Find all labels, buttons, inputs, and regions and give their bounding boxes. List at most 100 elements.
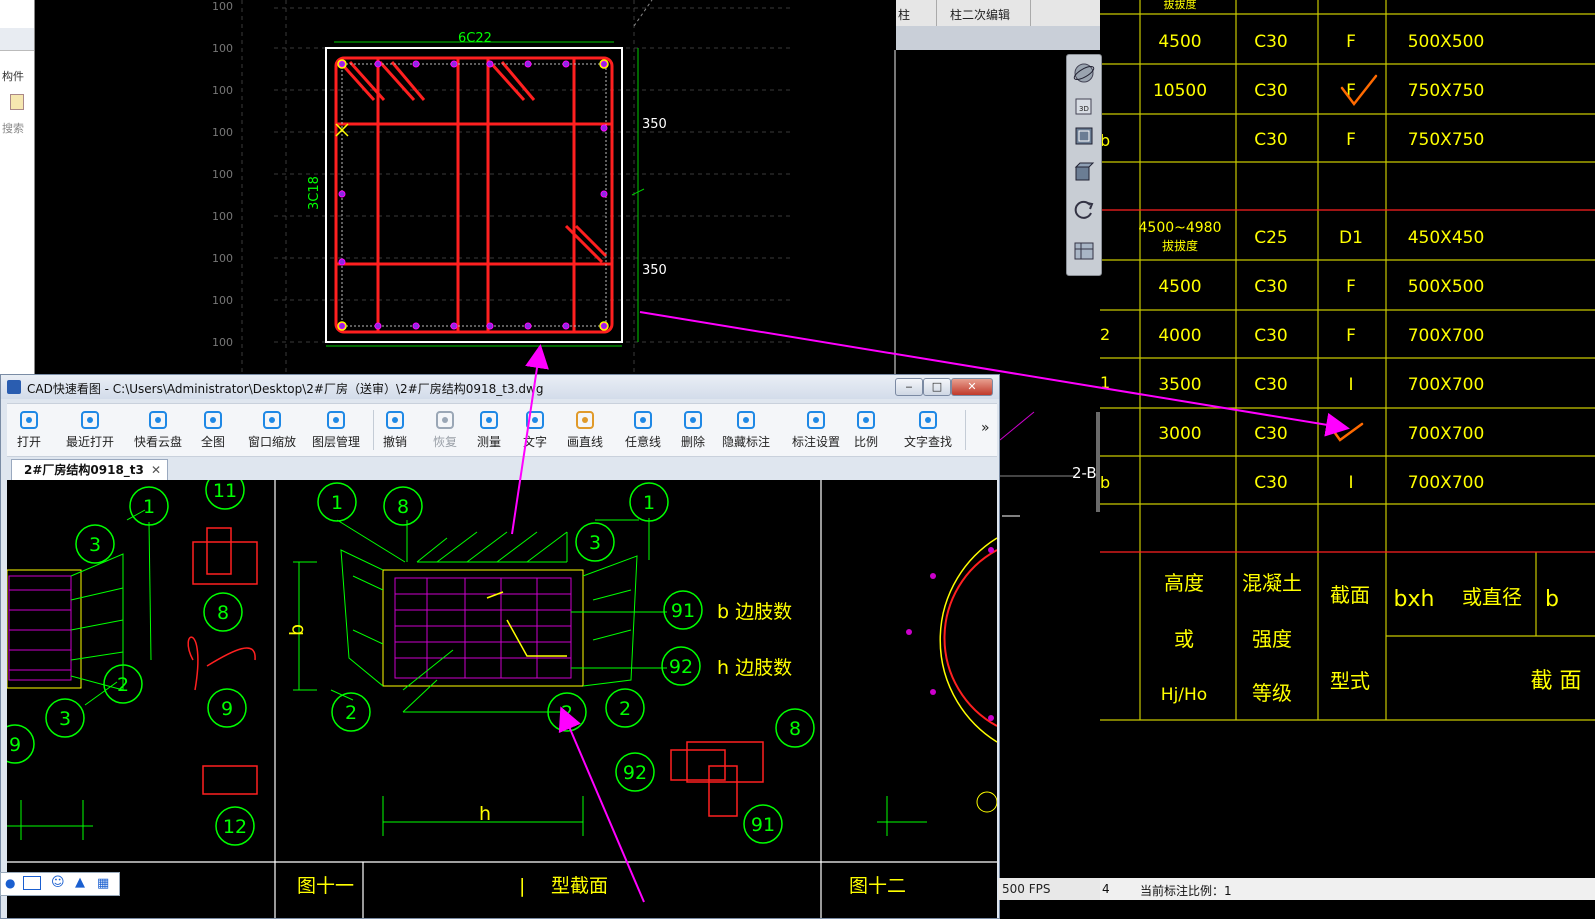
cell-section: 450X450: [1408, 228, 1485, 248]
toolbar-button-3[interactable]: 全图: [193, 406, 233, 454]
cell-type: F: [1346, 277, 1356, 297]
bubble-label: 3: [589, 532, 601, 554]
toolbar-button-9[interactable]: 文字: [515, 406, 555, 454]
shirt-icon[interactable]: ▲: [75, 875, 85, 890]
toolbar-button-12[interactable]: 删除: [673, 406, 713, 454]
toolbar-button-label: 标注设置: [791, 435, 840, 449]
title-bar[interactable]: CAD快速看图 - C:\Users\Administrator\Desktop…: [1, 375, 999, 399]
toolbar-button-13[interactable]: 隐藏标注: [713, 406, 779, 454]
toolbar-button-11[interactable]: 任意线: [617, 406, 669, 454]
cell-grade: C30: [1254, 375, 1288, 395]
check-mark: [1328, 422, 1364, 442]
toolbar-button-14[interactable]: 标注设置: [785, 406, 847, 454]
grid-icon[interactable]: ▦: [97, 876, 109, 891]
toolbar-button-0[interactable]: 打开: [7, 406, 51, 454]
bubble-label: 12: [223, 816, 247, 838]
toolbar-button-label: 隐藏标注: [721, 435, 770, 449]
drawing-canvas[interactable]: 11 1 3 8 9 3 2 9 12 1 8 3 1 91 92 2 2 2 …: [7, 480, 997, 918]
left-panel: 构件 搜索: [0, 0, 35, 374]
bubble-label: 2: [345, 702, 357, 724]
toolbar-button-label: 文字: [522, 435, 547, 449]
new-icon[interactable]: [10, 94, 24, 110]
header-height-1: 高度: [1164, 571, 1204, 595]
svg-text:3D: 3D: [1079, 105, 1089, 113]
cell-height: 3000: [1158, 424, 1201, 444]
toolbar-button-label: 图层管理: [311, 435, 360, 449]
cell-height: 4500: [1158, 277, 1201, 297]
header-b: b: [1545, 587, 1559, 612]
cell-grade: C30: [1254, 130, 1288, 150]
document-tabbar: 2#厂房结构0918_t3 ✕: [7, 457, 997, 480]
toolbar-button-16[interactable]: 文字查找: [897, 406, 959, 454]
title-divider: |: [519, 875, 525, 897]
cell-height: 3500: [1158, 375, 1201, 395]
cube-front-icon[interactable]: [1072, 123, 1096, 147]
toolbar-button-4[interactable]: 窗口缩放: [241, 406, 303, 454]
toolbar-button-1[interactable]: 最近打开: [59, 406, 121, 454]
cell-type: F: [1346, 130, 1356, 150]
cell-type: I: [1348, 473, 1353, 493]
toolbar-button-label: 打开: [16, 435, 41, 449]
toolbar-button-label: 窗口缩放: [247, 435, 296, 449]
cube-icon[interactable]: [1072, 159, 1096, 183]
document-tab[interactable]: 2#厂房结构0918_t3 ✕: [11, 459, 168, 480]
toolbar-more-button[interactable]: »: [981, 420, 990, 436]
cell-grade: C30: [1254, 326, 1288, 346]
dim-h-label: h: [479, 803, 491, 825]
bubble-label: 8: [397, 496, 409, 518]
detail-drawing: 11 1 3 8 9 3 2 9 12 1 8 3 1 91 92 2 2 2 …: [7, 480, 997, 918]
view-tool-panel: 3D: [1066, 54, 1102, 276]
measure-icon: [478, 409, 500, 431]
bubble-label: 9: [221, 698, 233, 720]
cell-section: 700X700: [1408, 424, 1485, 444]
3d-view-icon[interactable]: 3D: [1072, 93, 1096, 117]
viewport-icon[interactable]: [1072, 239, 1096, 263]
fps-text: 500 FPS: [1002, 882, 1051, 896]
header-diameter: 或直径: [1462, 585, 1522, 609]
header-section-type-2: 型式: [1330, 669, 1370, 693]
figure-12-label: 图十二: [849, 875, 906, 897]
app-logo-icon: [7, 380, 21, 394]
status-bar: 4 当前标注比例：1: [1100, 878, 1595, 900]
tab-column[interactable]: 柱: [898, 6, 910, 23]
rotate-icon[interactable]: [1072, 197, 1096, 221]
eye-hide-icon: [735, 409, 757, 431]
toolbar-separator: [373, 410, 374, 450]
microphone-icon[interactable]: ●: [5, 876, 15, 890]
tab-column-secondary-edit[interactable]: 柱二次编辑: [950, 6, 1010, 23]
minimize-button[interactable]: ‒: [895, 378, 923, 396]
toolbar-button-label: 测量: [476, 435, 501, 449]
close-button[interactable]: ✕: [951, 378, 993, 396]
cell-section: 750X750: [1408, 81, 1485, 101]
cell-grade: C30: [1254, 81, 1288, 101]
bubble-label: 2: [561, 702, 573, 724]
bubble-label: 2: [619, 698, 631, 720]
ime-toolbar[interactable]: ● ☺ ▲ ▦: [0, 872, 120, 896]
close-tab-icon[interactable]: ✕: [151, 460, 161, 480]
column-section-drawing: 100 100 100 100 100 100 100 100 100 6C22…: [212, 0, 794, 374]
user-icon[interactable]: ☺: [51, 875, 65, 890]
toolbar-button-8[interactable]: 测量: [469, 406, 509, 454]
toolbar-button-7[interactable]: 恢复: [425, 406, 465, 454]
bubble-label: 91: [751, 814, 775, 836]
cad-viewer-window: CAD快速看图 - C:\Users\Administrator\Desktop…: [0, 374, 1000, 919]
toolbar-button-5[interactable]: 图层管理: [305, 406, 367, 454]
toolbar-button-15[interactable]: 比例: [847, 406, 885, 454]
main-toolbar: 打开 最近打开 快看云盘 全图 窗口缩放 图层管理 撤销 恢复 测量 文字 画直线 任意线 删除 隐藏标注…: [7, 403, 997, 457]
toolbar-button-10[interactable]: 画直线: [559, 406, 611, 454]
row-mark: 2: [1100, 325, 1110, 344]
keyboard-icon[interactable]: [23, 876, 41, 890]
clock-icon: [79, 409, 101, 431]
pen-icon: [632, 409, 654, 431]
text-icon: [524, 409, 546, 431]
orbit-icon[interactable]: [1072, 61, 1096, 85]
maximize-button[interactable]: □: [923, 378, 951, 396]
toolbar-button-label: 全图: [200, 435, 225, 449]
bubble-label: 2: [117, 674, 129, 696]
toolbar-button-2[interactable]: 快看云盘: [127, 406, 189, 454]
toolbar-button-6[interactable]: 撤销: [375, 406, 415, 454]
text-search-icon: [917, 409, 939, 431]
bubble-label: 9: [9, 734, 21, 756]
toolbar-button-label: 比例: [853, 435, 878, 449]
bubble-label: 8: [217, 602, 229, 624]
